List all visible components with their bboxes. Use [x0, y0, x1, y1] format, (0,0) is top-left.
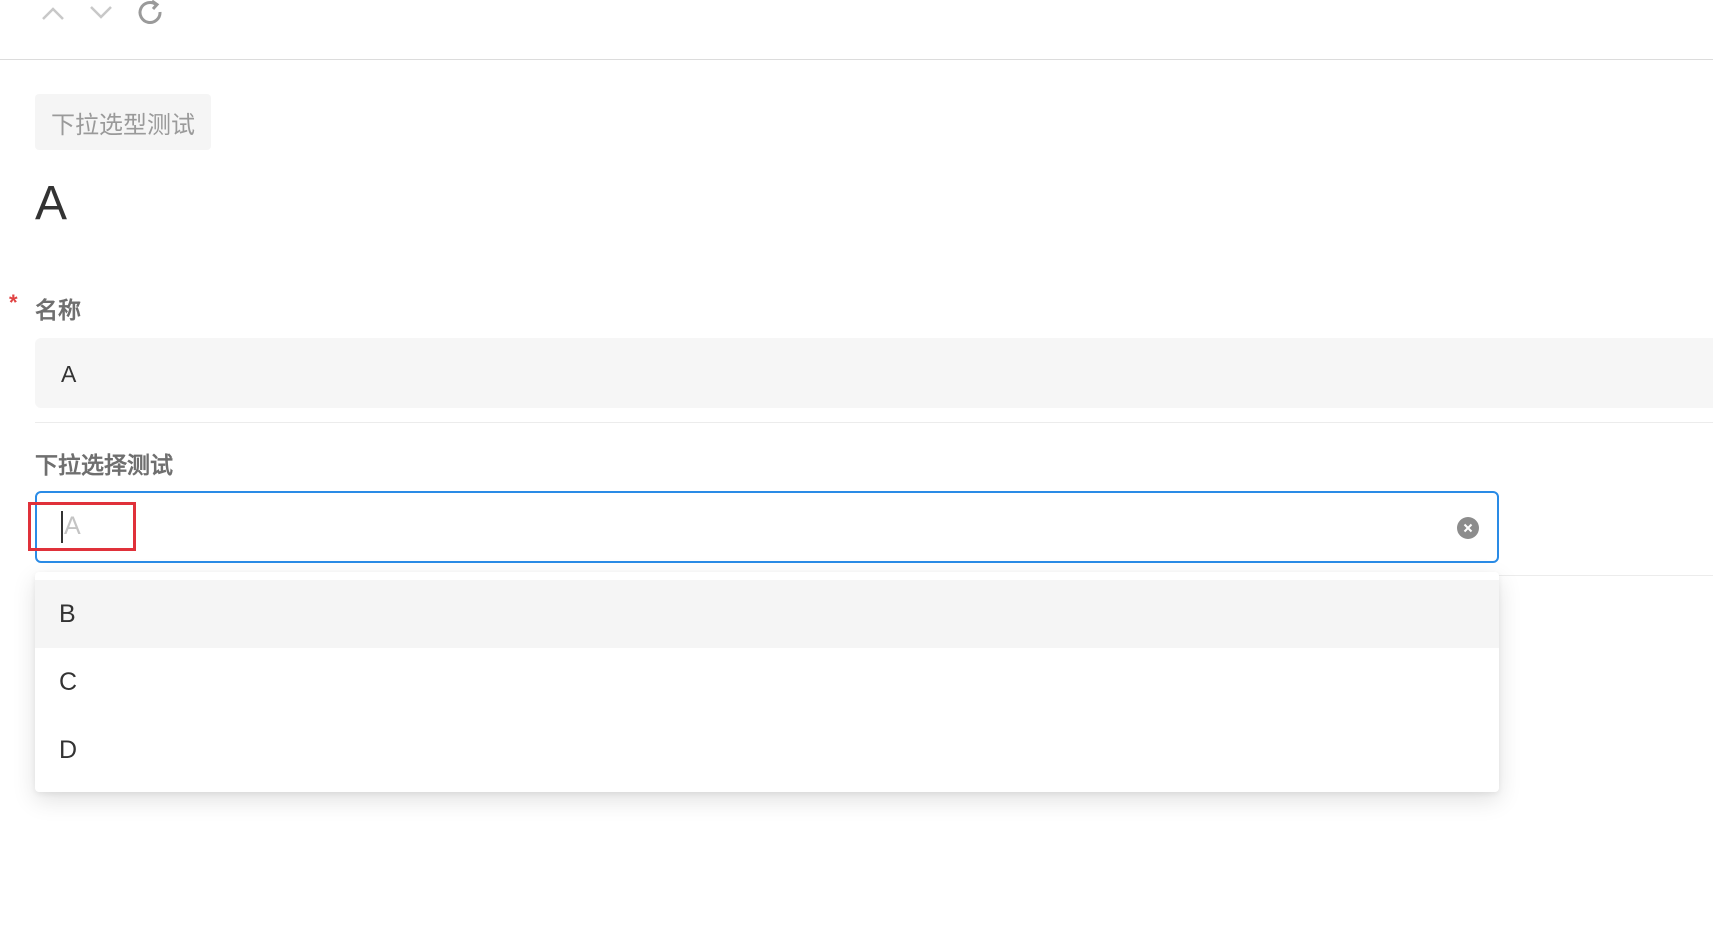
option-label: D	[59, 736, 78, 764]
option-label: C	[59, 668, 78, 696]
name-field-label: 名称	[35, 298, 81, 324]
refresh-icon	[138, 0, 162, 24]
dropdown-option-d[interactable]: D	[35, 716, 1499, 784]
chevron-up-icon	[42, 7, 64, 20]
dropdown-option-b[interactable]: B	[35, 580, 1499, 648]
dropdown-test-select[interactable]: A	[35, 491, 1499, 563]
chevron-down-icon	[90, 6, 112, 19]
name-field[interactable]: A	[35, 338, 1713, 408]
prev-record-button[interactable]	[36, 0, 70, 30]
name-field-value: A	[61, 361, 77, 387]
option-label: B	[59, 600, 76, 628]
top-toolbar	[0, 0, 1713, 60]
dropdown-menu: B C D	[35, 572, 1499, 792]
dropdown-option-c[interactable]: C	[35, 648, 1499, 716]
required-mark: *	[9, 290, 18, 315]
record-type-tag: 下拉选型测试	[35, 94, 211, 150]
clear-selection-button[interactable]	[1457, 517, 1479, 539]
text-caret	[61, 511, 63, 543]
refresh-button[interactable]	[134, 0, 168, 30]
clear-circle-icon	[1463, 523, 1473, 533]
record-title: A	[35, 177, 68, 230]
select-current-value: A	[64, 512, 81, 540]
next-record-button[interactable]	[84, 0, 118, 30]
field-divider-right	[1499, 575, 1713, 576]
dropdown-test-label: 下拉选择测试	[35, 453, 173, 479]
record-edit-page: 下拉选型测试 A * 名称 A 下拉选择测试 A B C D	[0, 0, 1713, 927]
field-divider	[35, 422, 1713, 423]
